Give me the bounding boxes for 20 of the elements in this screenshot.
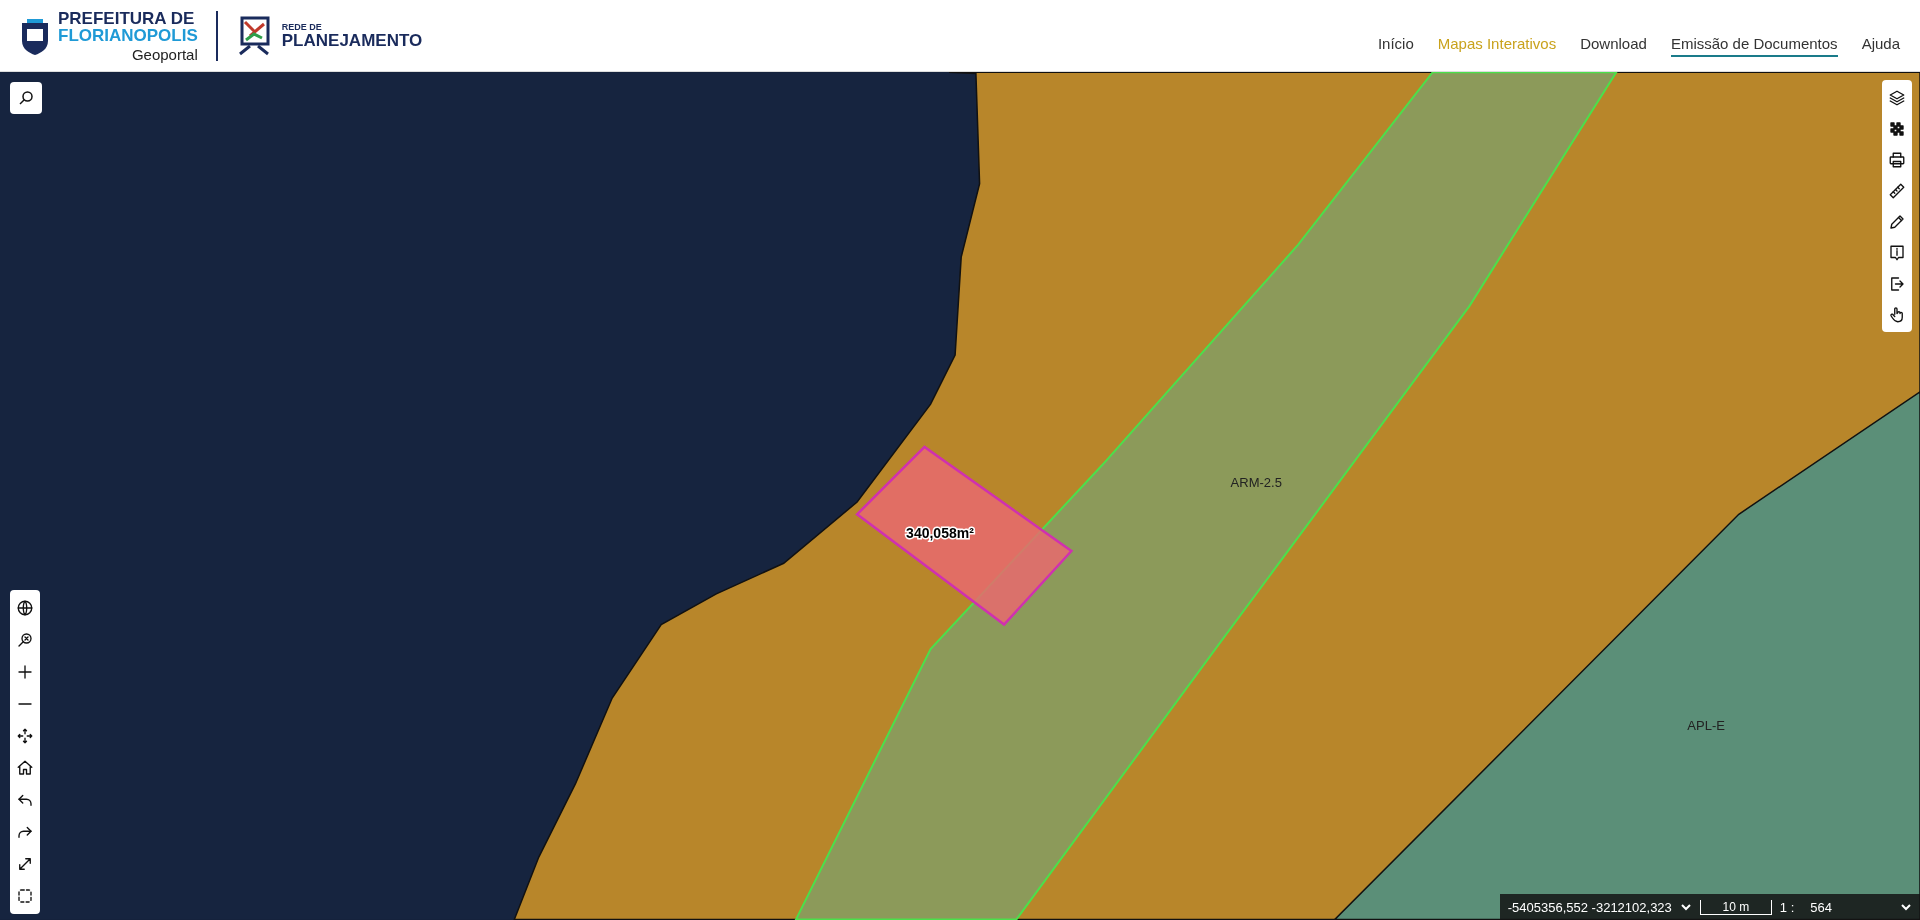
zone-label: ARM-2.5 [1230,475,1282,491]
chevron-down-icon[interactable] [1679,902,1692,912]
nav-link[interactable]: Início [1377,35,1414,57]
logo-title: PREFEITURA DE [58,9,196,27]
cursor-coordinates: -5405356,552 -3212102,323 [1507,899,1672,915]
scale-prefix: 1 : [1779,899,1795,915]
search-icon[interactable] [10,82,42,114]
nav-link[interactable]: Ajuda [1861,35,1900,57]
nav-link[interactable]: Emissão de Documentos [1670,35,1838,57]
city-crest-icon [20,16,50,55]
scale-bar: 10 m [1699,899,1772,915]
nav-link[interactable]: Download [1580,35,1647,57]
area-measurement: 340,058m² [906,524,974,541]
logo-network-title: PLANEJAMENTO [281,31,423,49]
scale-value: 564 [1810,899,1832,915]
logo-subtitle: Geoportal [131,46,198,62]
logo-city: FLORIANOPOLIS [58,26,198,44]
chevron-down-icon[interactable] [1900,902,1912,912]
logo-network-label: REDE DE [281,22,323,32]
zone-label: APL-E [1687,717,1725,733]
